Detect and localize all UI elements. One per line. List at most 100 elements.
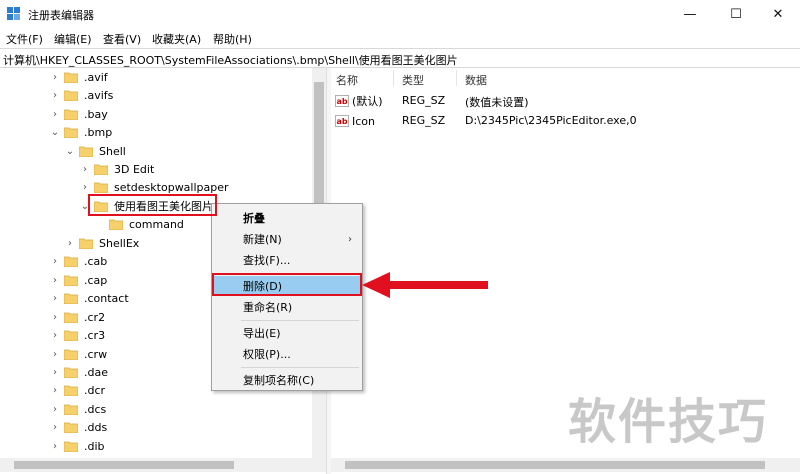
menu-item-label: 新建(N) [243, 233, 282, 246]
folder-icon [64, 292, 78, 304]
chevron-right-icon[interactable]: › [80, 182, 90, 193]
tree-item[interactable]: ⌄ .bmp [50, 123, 112, 141]
tree-item-label: .dib [84, 439, 105, 453]
tree-item[interactable]: › .avifs [50, 86, 113, 104]
annotation-highlight-box [88, 194, 217, 216]
tree-item-label: ShellEx [99, 236, 140, 250]
column-separator[interactable] [393, 70, 394, 86]
folder-icon [64, 384, 78, 396]
string-value-icon: ab [335, 95, 349, 107]
value-type: REG_SZ [402, 94, 446, 107]
scrollbar-thumb[interactable] [345, 461, 765, 469]
address-path[interactable]: 计算机\HKEY_CLASSES_ROOT\SystemFileAssociat… [3, 52, 458, 68]
menu-item-label: 折叠 [243, 212, 265, 225]
column-header-name[interactable]: 名称 [336, 72, 358, 88]
column-header-data[interactable]: 数据 [465, 72, 487, 88]
tree-item[interactable]: › ShellEx [65, 234, 139, 252]
chevron-down-icon[interactable]: ⌄ [50, 127, 60, 138]
menu-view[interactable]: 查看(V) [103, 31, 141, 47]
tree-item[interactable]: › .cap [50, 271, 107, 289]
tree-item[interactable]: command [95, 215, 184, 233]
submenu-arrow-icon: › [348, 233, 352, 245]
menu-edit[interactable]: 编辑(E) [54, 31, 92, 47]
tree-item[interactable]: › .bay [50, 105, 108, 123]
tree-item[interactable]: › .avif [50, 68, 108, 86]
tree-item[interactable]: › .cab [50, 252, 107, 270]
menu-help[interactable]: 帮助(H) [213, 31, 252, 47]
tree-item-label: command [129, 217, 184, 231]
menu-favorites[interactable]: 收藏夹(A) [152, 31, 201, 47]
chevron-right-icon[interactable]: › [50, 404, 60, 415]
column-separator[interactable] [456, 70, 457, 86]
values-horizontal-scrollbar[interactable] [331, 458, 800, 472]
menu-item-label: 查找(F)... [243, 254, 291, 267]
tree-item[interactable]: › .dib [50, 437, 105, 455]
folder-icon [64, 348, 78, 360]
chevron-right-icon[interactable]: › [50, 367, 60, 378]
chevron-right-icon[interactable]: › [50, 72, 60, 83]
scrollbar-thumb[interactable] [314, 82, 324, 222]
chevron-right-icon[interactable]: › [50, 275, 60, 286]
menu-separator [241, 367, 359, 368]
column-header-type[interactable]: 类型 [402, 72, 424, 88]
tree-item[interactable]: › .dae [50, 363, 108, 381]
chevron-right-icon[interactable]: › [50, 349, 60, 360]
chevron-right-icon[interactable]: › [50, 256, 60, 267]
tree-item-label: Shell [99, 144, 126, 158]
chevron-right-icon[interactable]: › [50, 385, 60, 396]
tree-item-label: .bay [84, 107, 108, 121]
menu-item-collapse[interactable]: 折叠 [214, 208, 360, 228]
minimize-icon: — [683, 6, 697, 22]
address-bar[interactable]: 计算机\HKEY_CLASSES_ROOT\SystemFileAssociat… [0, 48, 800, 68]
tree-item[interactable]: › .dcr [50, 381, 105, 399]
folder-icon [64, 126, 78, 138]
chevron-right-icon[interactable]: › [50, 109, 60, 120]
table-row[interactable]: ab Icon REG_SZ D:\2345Pic\2345PicEditor.… [335, 112, 795, 130]
menu-item-label: 重命名(R) [243, 301, 293, 314]
value-data: (数值未设置) [465, 96, 529, 109]
menu-separator [241, 320, 359, 321]
tree-item[interactable]: › 3D Edit [80, 160, 154, 178]
title-bar: 注册表编辑器 — ☐ ✕ [0, 0, 800, 28]
chevron-right-icon[interactable]: › [80, 164, 90, 175]
folder-icon [64, 255, 78, 267]
tree-item[interactable]: › .dcs [50, 400, 106, 418]
tree-item-label: .contact [84, 291, 129, 305]
menu-item-find[interactable]: 查找(F)... [214, 250, 360, 270]
chevron-right-icon[interactable]: › [50, 422, 60, 433]
table-row[interactable]: ab (默认) REG_SZ (数值未设置) [335, 92, 795, 110]
chevron-down-icon[interactable]: ⌄ [65, 146, 75, 157]
folder-icon [64, 329, 78, 341]
tree-item-label: .cr3 [84, 328, 106, 342]
chevron-right-icon[interactable]: › [50, 293, 60, 304]
menu-item-new[interactable]: 新建(N) › [214, 229, 360, 249]
folder-icon [64, 403, 78, 415]
tree-horizontal-scrollbar[interactable] [0, 458, 326, 472]
tree-item[interactable]: › .cr2 [50, 308, 105, 326]
minimize-button[interactable]: — [668, 0, 712, 28]
menu-item-label: 复制项名称(C) [243, 374, 315, 387]
menu-item-label: 导出(E) [243, 327, 281, 340]
tree-item[interactable]: › .crw [50, 345, 107, 363]
maximize-button[interactable]: ☐ [714, 0, 758, 28]
tree-item[interactable]: › .dds [50, 418, 107, 436]
chevron-right-icon[interactable]: › [50, 330, 60, 341]
chevron-right-icon[interactable]: › [65, 238, 75, 249]
close-button[interactable]: ✕ [756, 0, 800, 28]
folder-icon [64, 311, 78, 323]
chevron-right-icon[interactable]: › [50, 312, 60, 323]
menu-item-copy-key-name[interactable]: 复制项名称(C) [214, 370, 360, 390]
scrollbar-thumb[interactable] [14, 461, 234, 469]
menu-item-permissions[interactable]: 权限(P)... [214, 344, 360, 364]
tree-item[interactable]: ⌄ Shell [65, 142, 126, 160]
chevron-right-icon[interactable]: › [50, 441, 60, 452]
folder-icon [64, 366, 78, 378]
tree-item[interactable]: › .cr3 [50, 326, 105, 344]
menu-item-rename[interactable]: 重命名(R) [214, 297, 360, 317]
menu-file[interactable]: 文件(F) [6, 31, 43, 47]
menu-item-export[interactable]: 导出(E) [214, 323, 360, 343]
tree-item[interactable]: › .contact [50, 289, 129, 307]
value-type: REG_SZ [402, 114, 446, 127]
chevron-right-icon[interactable]: › [50, 90, 60, 101]
tree-item-label: .dcr [84, 383, 106, 397]
